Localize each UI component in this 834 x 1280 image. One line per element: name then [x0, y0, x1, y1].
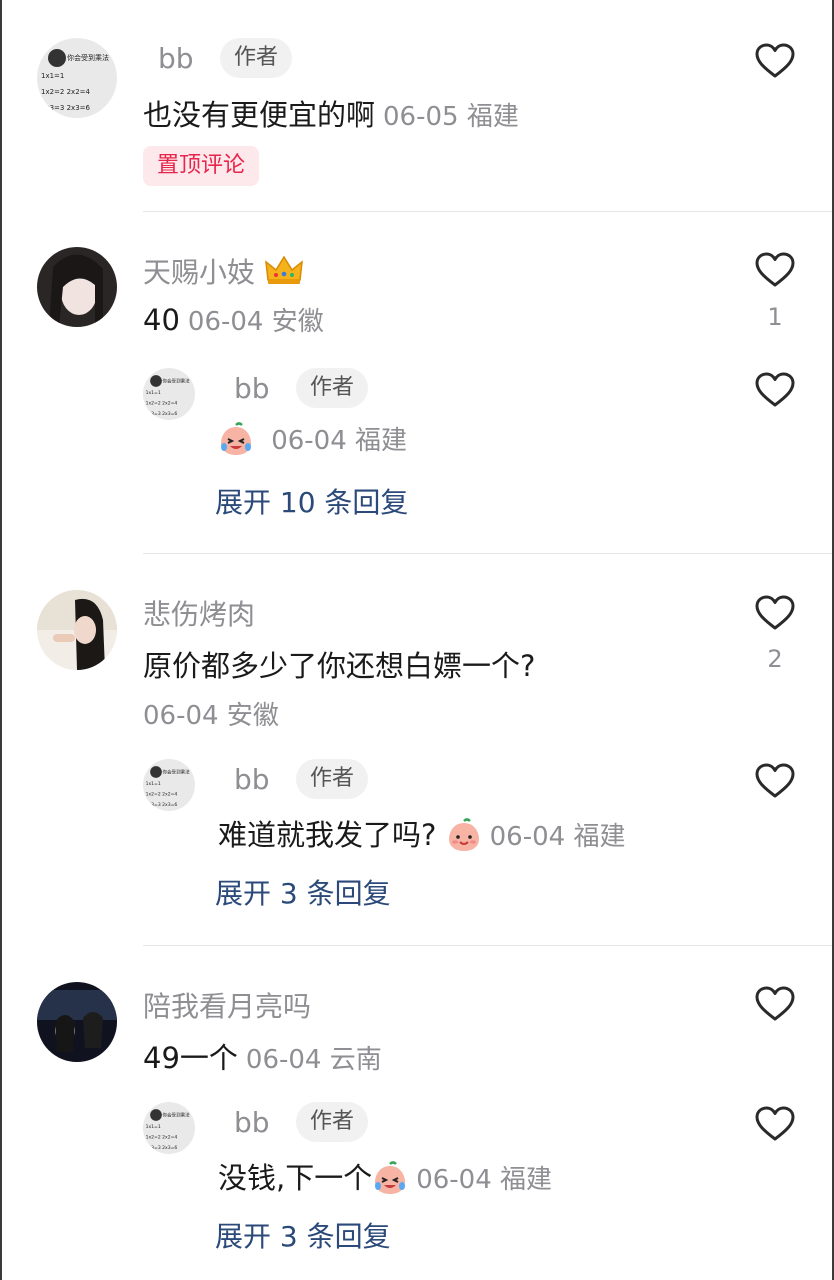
laugh-cry-peach-emoji: [375, 1161, 406, 1194]
heart-outline-icon[interactable]: [755, 763, 795, 799]
avatar-image: [37, 247, 117, 327]
reply-avatar[interactable]: 你会受到乘法 1x1=1 1x2=2 2x2=4 1x3=3 2x3=6: [143, 1102, 195, 1154]
reply-body: 没钱,下一个: [218, 1161, 373, 1195]
crown-icon: [264, 255, 303, 284]
comment-text: 49一个 06-04 云南: [143, 1035, 382, 1077]
reply-avatar[interactable]: 你会受到乘法 1x1=1 1x2=2 2x2=4 1x3=3 2x3=6: [143, 368, 195, 420]
reply-text: 06-04 福建: [218, 420, 407, 457]
avatar[interactable]: [37, 247, 117, 327]
comment-body: 也没有更便宜的啊: [143, 98, 376, 132]
avatar-text: 1x2=2 2x2=4: [146, 1134, 178, 1140]
reply-username[interactable]: bb: [234, 372, 270, 405]
avatar-text: 1x1=1: [146, 390, 161, 396]
avatar-image: [37, 982, 117, 1062]
divider: [143, 553, 832, 554]
avatar-image: 你会受到乘法 1x1=1 1x2=2 2x2=4 1x3=3 2x3=6: [37, 38, 117, 118]
left-edge: [0, 0, 2, 1280]
reply-meta: 06-04 福建: [271, 426, 408, 456]
username-text: 天赐小妓: [143, 256, 256, 289]
avatar-image: [37, 590, 117, 670]
heart-outline-icon[interactable]: [755, 372, 795, 408]
avatar-text: 1x1=1: [146, 781, 161, 787]
avatar-text: 1x1=1: [41, 72, 64, 80]
avatar[interactable]: 你会受到乘法 1x1=1 1x2=2 2x2=4 1x3=3 2x3=6: [37, 38, 117, 118]
avatar-text: 你会受到乘法: [67, 53, 109, 62]
avatar-text: 1x2=2 2x2=4: [146, 791, 178, 797]
avatar-text: 1x3=3 2x3=6: [146, 1145, 178, 1151]
comment-text: 40 06-04 安徽: [143, 301, 324, 338]
avatar-image: 你会受到乘法 1x1=1 1x2=2 2x2=4 1x3=3 2x3=6: [143, 759, 195, 811]
comment-meta: 06-04 安徽: [143, 701, 279, 731]
avatar-text: 1x2=2 2x2=4: [146, 400, 178, 406]
avatar-text: 1x2=2 2x2=4: [41, 88, 91, 96]
heart-outline-icon[interactable]: [755, 252, 795, 288]
reply-text: 没钱,下一个 06-04 福建: [218, 1155, 552, 1197]
author-badge: 作者: [220, 38, 293, 78]
avatar-text: 1x3=3 2x3=6: [41, 104, 91, 112]
comment-text: 原价都多少了你还想白嫖一个?: [143, 649, 536, 683]
comment-meta: 06-04 云南: [245, 1045, 382, 1075]
heart-outline-icon[interactable]: [755, 986, 795, 1022]
heart-outline-icon[interactable]: [755, 595, 795, 631]
expand-replies-link[interactable]: 展开 3 条回复: [215, 1215, 391, 1255]
author-badge: 作者: [296, 1102, 369, 1142]
username[interactable]: bb: [158, 42, 194, 75]
reply-username[interactable]: bb: [234, 763, 270, 796]
divider: [143, 945, 832, 946]
expand-replies-link[interactable]: 展开 3 条回复: [215, 872, 391, 912]
like-count: 2: [767, 645, 783, 673]
heart-outline-icon[interactable]: [755, 43, 795, 79]
avatar-image: 你会受到乘法 1x1=1 1x2=2 2x2=4 1x3=3 2x3=6: [143, 1102, 195, 1154]
reply-meta: 06-04 福建: [416, 1165, 553, 1195]
avatar-text: 1x3=3 2x3=6: [146, 802, 178, 808]
username[interactable]: 陪我看月亮吗: [143, 985, 311, 1025]
like-count: 1: [767, 303, 783, 331]
avatar-text: 1x3=3 2x3=6: [146, 411, 178, 417]
reply-meta: 06-04 福建: [489, 822, 626, 852]
avatar[interactable]: [37, 590, 117, 670]
author-badge: 作者: [296, 759, 369, 799]
heart-outline-icon[interactable]: [755, 1106, 795, 1142]
comment-body: 40: [143, 303, 180, 337]
comment-meta: 06-04 安徽: [187, 307, 324, 337]
pinned-badge: 置顶评论: [143, 146, 260, 186]
username[interactable]: 天赐小妓: [143, 251, 304, 291]
smile-peach-emoji: [448, 818, 479, 851]
avatar-image: 你会受到乘法 1x1=1 1x2=2 2x2=4 1x3=3 2x3=6: [143, 368, 195, 420]
comment-body: 49一个: [143, 1041, 238, 1075]
expand-replies-link[interactable]: 展开 10 条回复: [215, 481, 408, 521]
laugh-cry-peach-emoji: [221, 422, 251, 455]
reply-text: 难道就我发了吗? 06-04 福建: [218, 812, 625, 854]
username[interactable]: 悲伤烤肉: [143, 593, 255, 633]
divider: [143, 211, 832, 212]
comment-text: 也没有更便宜的啊 06-05 福建: [143, 92, 519, 134]
avatar[interactable]: [37, 982, 117, 1062]
author-badge: 作者: [296, 368, 369, 408]
reply-body: 难道就我发了吗?: [218, 818, 437, 852]
reply-username[interactable]: bb: [234, 1106, 270, 1139]
reply-avatar[interactable]: 你会受到乘法 1x1=1 1x2=2 2x2=4 1x3=3 2x3=6: [143, 759, 195, 811]
comment-meta: 06-05 福建: [383, 102, 519, 132]
avatar-text: 1x1=1: [146, 1124, 161, 1130]
